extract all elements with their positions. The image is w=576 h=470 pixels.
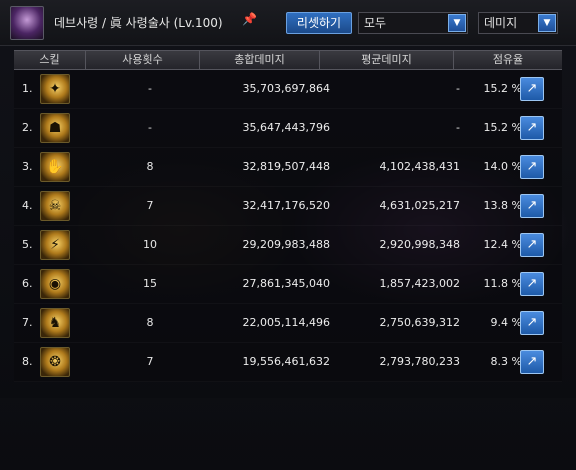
row-rank: 1. [22,82,33,95]
total-damage: 19,556,461,632 [242,355,330,368]
col-skill[interactable]: 스킬 [14,51,86,69]
damage-share: 15.2 % [483,82,522,95]
total-damage: 32,417,176,520 [242,199,330,212]
total-damage: 22,005,114,496 [242,316,330,329]
use-count: 7 [146,355,154,368]
damage-share: 13.8 % [483,199,522,212]
skill-damage-table: 스킬 사용횟수 총합데미지 평균데미지 점유율 1. ✦ - 35,703,69… [14,50,562,382]
damage-share: 15.2 % [483,121,522,134]
table-row[interactable]: 5. ⚡ 10 29,209,983,488 2,920,998,348 12.… [14,226,562,265]
skill-icon: ❂ [40,347,70,377]
character-title: 데브사령 / 眞 사령술사 (Lv.100) [54,16,223,30]
avg-damage: - [456,82,460,95]
damage-share: 9.4 % [490,316,522,329]
use-count: 7 [146,199,154,212]
pin-icon[interactable]: 📌 [242,12,257,26]
damage-share: 11.8 % [483,277,522,290]
row-rank: 8. [22,355,33,368]
col-avg[interactable]: 평균데미지 [320,51,454,69]
chevron-down-icon[interactable]: ▼ [538,14,556,32]
share-icon[interactable]: ↗ [520,272,544,296]
share-icon[interactable]: ↗ [520,77,544,101]
share-icon[interactable]: ↗ [520,350,544,374]
table-row[interactable]: 4. ☠ 7 32,417,176,520 4,631,025,217 13.8… [14,187,562,226]
skill-icon: ✋ [40,152,70,182]
use-count: 8 [146,160,154,173]
filter-select-value: 모두 [364,16,387,30]
use-count: - [148,121,152,134]
avg-damage: 2,920,998,348 [379,238,460,251]
row-rank: 7. [22,316,33,329]
table-row[interactable]: 3. ✋ 8 32,819,507,448 4,102,438,431 14.0… [14,148,562,187]
col-total[interactable]: 총합데미지 [200,51,320,69]
table-row[interactable]: 2. ☗ - 35,647,443,796 - 15.2 % ↗ [14,109,562,148]
table-row[interactable]: 7. ♞ 8 22,005,114,496 2,750,639,312 9.4 … [14,304,562,343]
avg-damage: 4,102,438,431 [379,160,460,173]
skill-icon: ✦ [40,74,70,104]
total-damage: 32,819,507,448 [242,160,330,173]
share-icon[interactable]: ↗ [520,155,544,179]
use-count: 8 [146,316,154,329]
share-icon[interactable]: ↗ [520,116,544,140]
table-body: 1. ✦ - 35,703,697,864 - 15.2 % ↗ 2. ☗ - … [14,70,562,382]
skill-icon: ☗ [40,113,70,143]
table-row[interactable]: 6. ◉ 15 27,861,345,040 1,857,423,002 11.… [14,265,562,304]
chevron-down-icon[interactable]: ▼ [448,14,466,32]
avg-damage: 2,793,780,233 [379,355,460,368]
reset-button[interactable]: 리셋하기 [286,12,352,34]
character-portrait [10,6,44,40]
col-uses[interactable]: 사용횟수 [86,51,200,69]
total-damage: 35,703,697,864 [242,82,330,95]
table-row[interactable]: 8. ❂ 7 19,556,461,632 2,793,780,233 8.3 … [14,343,562,382]
filter-select[interactable]: 모두 ▼ [358,12,468,34]
share-icon[interactable]: ↗ [520,233,544,257]
col-share[interactable]: 점유율 [454,51,562,69]
use-count: - [148,82,152,95]
row-rank: 2. [22,121,33,134]
use-count: 15 [143,277,157,290]
game-ui-background [0,398,576,470]
avg-damage: - [456,121,460,134]
avg-damage: 1,857,423,002 [379,277,460,290]
metric-select-value: 데미지 [484,16,518,30]
metric-select[interactable]: 데미지 ▼ [478,12,558,34]
share-icon[interactable]: ↗ [520,194,544,218]
avg-damage: 4,631,025,217 [379,199,460,212]
table-header: 스킬 사용횟수 총합데미지 평균데미지 점유율 [14,50,562,70]
skill-icon: ◉ [40,269,70,299]
skill-icon: ♞ [40,308,70,338]
damage-share: 12.4 % [483,238,522,251]
total-damage: 29,209,983,488 [242,238,330,251]
skill-icon: ☠ [40,191,70,221]
table-row[interactable]: 1. ✦ - 35,703,697,864 - 15.2 % ↗ [14,70,562,109]
row-rank: 3. [22,160,33,173]
row-rank: 4. [22,199,33,212]
share-icon[interactable]: ↗ [520,311,544,335]
avg-damage: 2,750,639,312 [379,316,460,329]
total-damage: 35,647,443,796 [242,121,330,134]
row-rank: 6. [22,277,33,290]
row-rank: 5. [22,238,33,251]
use-count: 10 [143,238,157,251]
damage-share: 14.0 % [483,160,522,173]
total-damage: 27,861,345,040 [242,277,330,290]
damage-share: 8.3 % [490,355,522,368]
meter-header: 데브사령 / 眞 사령술사 (Lv.100) 📌 리셋하기 모두 ▼ 데미지 ▼ [0,0,576,46]
skill-icon: ⚡ [40,230,70,260]
